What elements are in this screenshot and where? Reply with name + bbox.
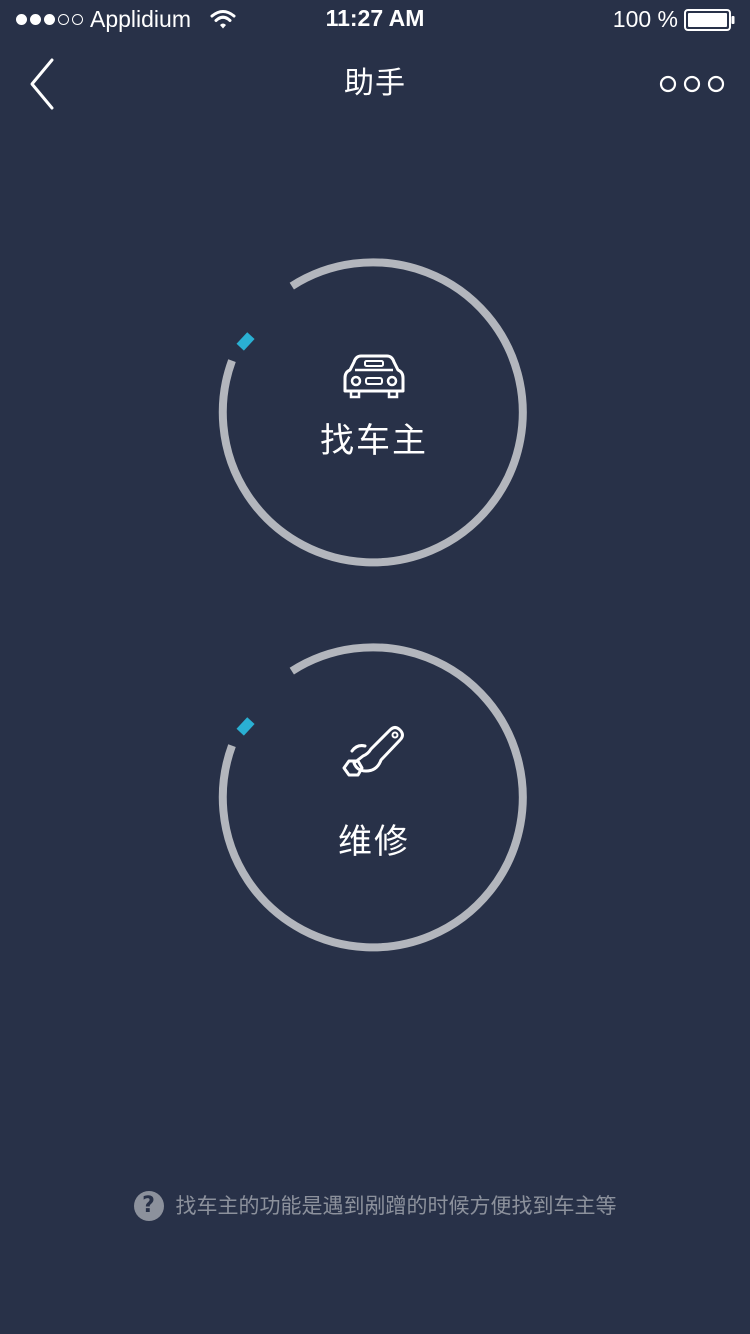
- status-bar: Applidium 11:27 AM 100 %: [0, 0, 750, 40]
- progress-ring: [218, 258, 527, 567]
- question-icon[interactable]: ?: [133, 1191, 164, 1221]
- wrench-icon: [342, 726, 404, 777]
- repair-label: 维修: [338, 822, 410, 862]
- nav-bar: 助手: [0, 40, 750, 128]
- more-dots-icon: [659, 75, 725, 93]
- progress-ring: [218, 643, 527, 952]
- help-tip: ? 找车主的功能是遇到剐蹭的时候方便找到车主等: [0, 1188, 750, 1224]
- find-car-owner-button[interactable]: 找车主: [216, 255, 532, 571]
- find-car-owner-label: 找车主: [320, 421, 428, 461]
- help-text: 找车主的功能是遇到剐蹭的时候方便找到车主等: [175, 1194, 617, 1218]
- more-button[interactable]: [658, 70, 726, 98]
- battery-icon: [684, 9, 735, 31]
- repair-button[interactable]: 维修: [216, 640, 532, 956]
- car-icon: [343, 354, 405, 399]
- battery-percentage: 100 %: [612, 6, 678, 32]
- page-title: 助手: [344, 66, 406, 101]
